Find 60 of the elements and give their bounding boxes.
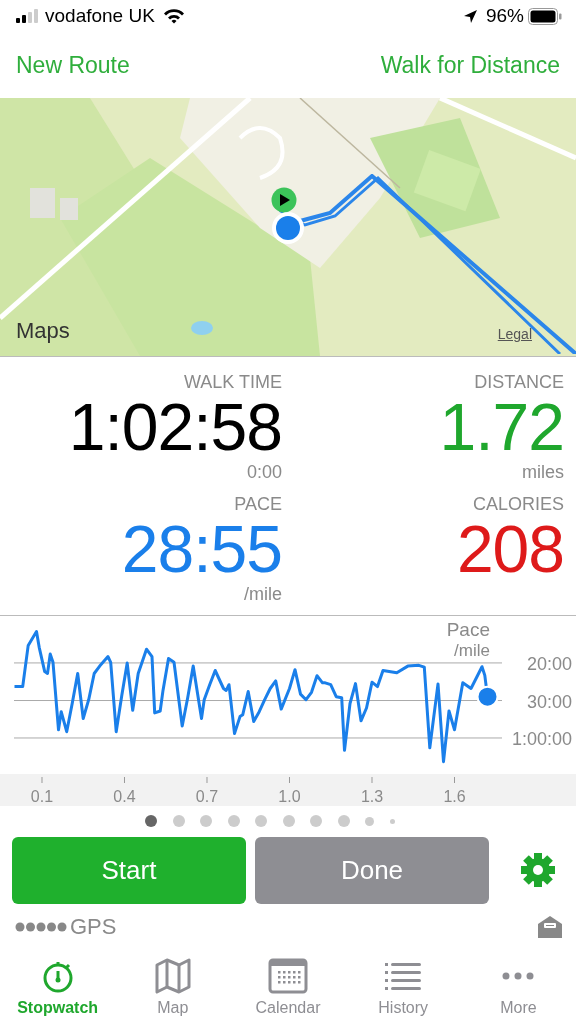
stopwatch-icon xyxy=(41,959,74,993)
battery-icon xyxy=(528,7,562,25)
stat-value: 1.72 xyxy=(439,395,564,459)
page-dot[interactable] xyxy=(337,815,350,827)
x-tick: 1.6 xyxy=(443,776,466,805)
signal-icon xyxy=(16,9,38,23)
stat-value: 1:02:58 xyxy=(68,395,282,459)
tab-item[interactable]: History xyxy=(345,950,461,1024)
stat-unit: miles xyxy=(522,461,564,483)
envelope-icon[interactable] xyxy=(538,916,562,938)
more-icon xyxy=(502,972,535,980)
y-tick-label: 20:00 xyxy=(526,653,572,674)
battery-percentage: 96% xyxy=(485,5,524,27)
page-dot[interactable] xyxy=(365,816,375,826)
wifi-icon xyxy=(162,8,185,24)
stat-unit: 0:00 xyxy=(246,461,282,483)
location-dot xyxy=(271,211,305,245)
stat-unit: /mile xyxy=(244,583,282,605)
tab-item[interactable]: Stopwatch xyxy=(0,950,116,1024)
stat-label: PACE xyxy=(234,493,282,515)
chart-unit: /mile xyxy=(454,641,490,660)
page-dot[interactable] xyxy=(255,815,268,827)
done-button[interactable]: Done xyxy=(255,836,489,904)
maps-logo: Maps xyxy=(16,318,70,344)
page-dot[interactable] xyxy=(282,815,295,827)
map-icon xyxy=(154,958,191,994)
page-dot[interactable] xyxy=(389,818,395,824)
walk-type-link[interactable]: Walk for Distance xyxy=(380,51,560,79)
x-tick: 0.1 xyxy=(30,776,54,805)
stat-label: DISTANCE xyxy=(474,371,564,393)
stat-label: CALORIES xyxy=(472,493,564,515)
list-icon xyxy=(384,962,423,990)
x-tick: 1.3 xyxy=(360,776,384,805)
stat-value: 28:55 xyxy=(121,517,282,581)
page-dot[interactable] xyxy=(310,815,323,827)
carrier-name: vodafone UK xyxy=(45,5,155,27)
y-tick-label: 30:00 xyxy=(526,691,572,712)
page-dot[interactable] xyxy=(145,815,158,827)
x-tick: 1.0 xyxy=(278,776,301,805)
gps-strength-icon xyxy=(15,922,68,932)
tab-item[interactable]: More xyxy=(460,950,576,1024)
location-arrow-icon xyxy=(462,8,478,24)
settings-icon[interactable] xyxy=(520,852,556,888)
page-dot[interactable] xyxy=(200,815,213,827)
x-tick: 0.7 xyxy=(195,776,219,805)
current-point xyxy=(476,685,499,708)
start-button[interactable]: Start xyxy=(12,836,246,904)
new-route-link[interactable]: New Route xyxy=(16,51,130,79)
page-dot[interactable] xyxy=(227,815,240,827)
calendar-icon xyxy=(268,958,308,994)
gps-label: GPS xyxy=(70,914,117,940)
chart-title: Pace xyxy=(446,619,490,640)
page-dot[interactable] xyxy=(172,815,185,827)
x-tick: 0.4 xyxy=(113,776,136,805)
stat-value: 208 xyxy=(456,517,564,581)
stat-label: WALK TIME xyxy=(184,371,282,393)
tab-item[interactable]: Calendar xyxy=(230,950,346,1024)
y-tick-label: 1:00:00 xyxy=(511,729,572,749)
tab-item[interactable]: Map xyxy=(115,950,231,1024)
legal-link[interactable]: Legal xyxy=(497,326,532,342)
